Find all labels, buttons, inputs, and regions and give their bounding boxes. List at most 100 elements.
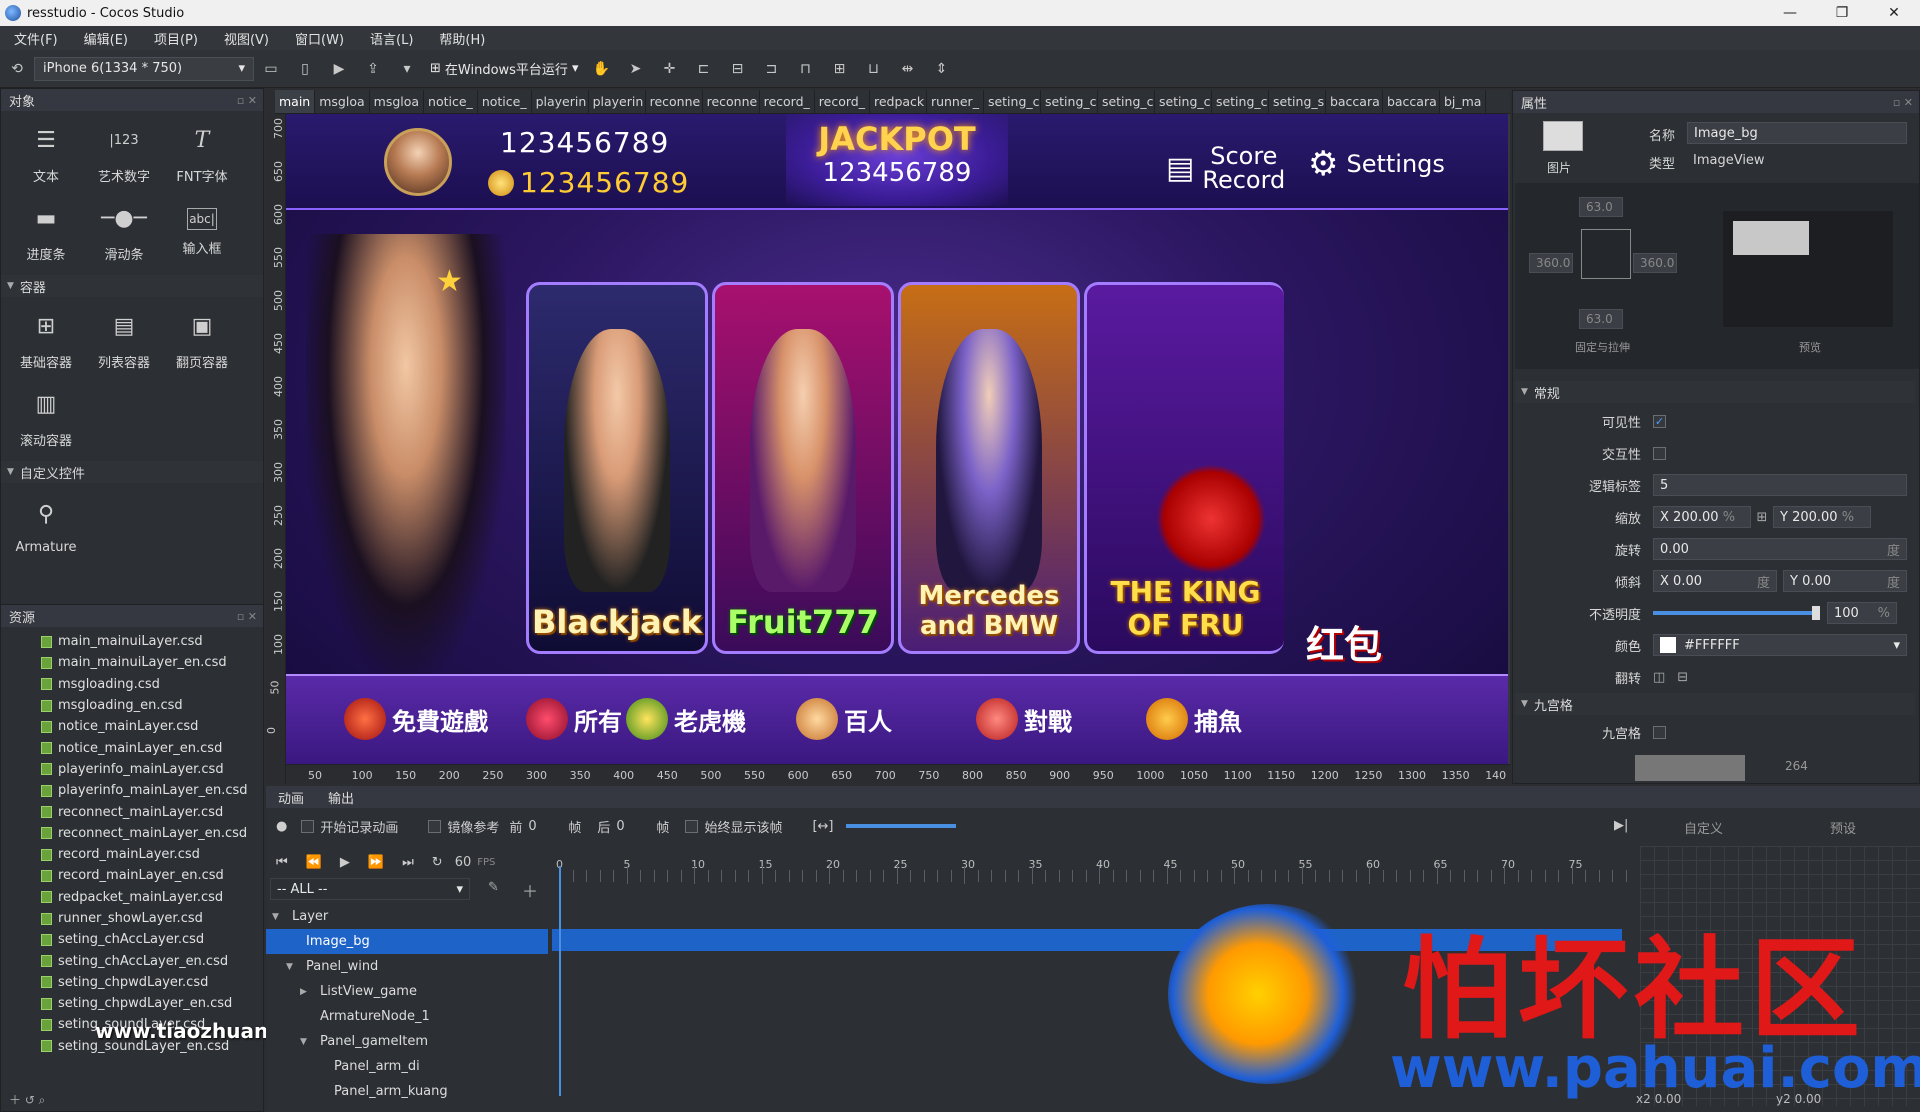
playhead[interactable] [559,866,561,1096]
margin-left-field[interactable]: 360.0 [1529,253,1573,273]
file-item[interactable]: seting_chpwdLayer_en.csd [41,993,263,1014]
loop-icon[interactable]: ↻ [432,855,443,870]
containers-section[interactable]: ▼ 容器 [1,275,263,297]
menu-window[interactable]: 窗口(W) [295,29,344,48]
tree-node[interactable]: ▼ Panel_wind [266,954,548,979]
doc-tab[interactable]: seting_s [1269,90,1326,113]
doc-tab[interactable]: notice_ [478,90,532,113]
last-frame-icon[interactable]: ⏭ [402,855,414,870]
menu-help[interactable]: 帮助(H) [439,29,485,48]
scale-y-field[interactable]: Y 200.00 % [1773,506,1871,528]
nine-slice-section[interactable]: ▼ 九宫格 [1515,693,1915,715]
visible-checkbox[interactable]: ✓ [1653,414,1666,428]
record-checkbox[interactable] [301,819,315,833]
tree-node[interactable]: ▶ ListView_game [266,979,548,1004]
expand-icon[interactable]: ▼ [286,962,300,972]
doc-tab[interactable]: notice_ [424,90,478,113]
bottom-slots[interactable]: 老虎機 [626,698,746,740]
play-timeline-icon[interactable]: ▶| [1614,818,1628,833]
pointer-icon[interactable]: ➤ [624,58,646,80]
file-item[interactable]: record_mainLayer_en.csd [41,865,263,886]
bottom-fishing[interactable]: 捕魚 [1146,698,1242,740]
opacity-field[interactable]: 100% [1827,602,1897,624]
doc-tab[interactable]: playerin [589,90,646,113]
anchor-box[interactable] [1581,229,1631,279]
file-item[interactable]: reconnect_mainLayer_en.csd [41,823,263,844]
play-icon[interactable]: ▶ [340,855,350,870]
device-select[interactable]: iPhone 6(1334 * 750) ▾ [34,56,254,81]
zoom-icon[interactable]: [↔] [812,819,833,834]
flip-horizontal-icon[interactable]: ◫ [1653,670,1665,685]
general-section[interactable]: ▼ 常规 [1515,381,1915,403]
distribute-h-icon[interactable]: ⇹ [896,58,918,80]
doc-tab[interactable]: baccara [1326,90,1383,113]
publish-icon[interactable]: ⇪ [362,58,384,80]
doc-tab[interactable]: main [275,90,316,113]
bottom-free-games[interactable]: 免費遊戲 [344,698,488,740]
menu-language[interactable]: 语言(L) [370,29,413,48]
mirror-checkbox[interactable] [428,819,442,833]
doc-tab[interactable]: msgloa [370,90,425,113]
margin-bottom-field[interactable]: 63.0 [1579,309,1623,329]
link-icon[interactable]: ⊞ [1751,510,1773,525]
color-field[interactable]: #FFFFFF ▾ [1653,634,1907,656]
doc-tab[interactable]: seting_c [1098,90,1155,113]
file-item[interactable]: runner_showLayer.csd [41,908,263,929]
close-button[interactable]: ✕ [1868,0,1920,26]
widget-armature[interactable]: ⚲ Armature [7,487,85,565]
file-item[interactable]: seting_chpwdLayer.csd [41,972,263,993]
file-item[interactable]: main_mainuiLayer_en.csd [41,652,263,673]
align-top-icon[interactable]: ⊓ [794,58,816,80]
score-record-button[interactable]: ▤ Score Record [1166,144,1285,192]
always-checkbox[interactable] [685,819,699,833]
doc-tab[interactable]: reconne [703,90,760,113]
doc-tab[interactable]: seting_c [984,90,1041,113]
doc-tab[interactable]: reconne [646,90,703,113]
card-mercedes[interactable]: Mercedes and BMW [898,282,1080,654]
game-preview[interactable]: 123456789 123456789 JACKPOT 123456789 ▤ … [286,114,1508,764]
run-windows-button[interactable]: ⊞ 在Windows平台运行 ▾ [430,59,578,78]
pencil-icon[interactable]: ✎ [488,880,499,895]
align-left-icon[interactable]: ⊏ [692,58,714,80]
resource-footer-icons[interactable]: ＋ ↺ ⌕ [9,1091,45,1108]
align-right-icon[interactable]: ⊐ [760,58,782,80]
tab-output[interactable]: 输出 [316,788,366,807]
file-item[interactable]: notice_mainLayer.csd [41,716,263,737]
align-middle-icon[interactable]: ⊞ [828,58,850,80]
add-icon[interactable]: ＋ [522,878,538,902]
tag-field[interactable]: 5 [1653,474,1907,496]
menu-file[interactable]: 文件(F) [14,29,58,48]
file-item[interactable]: reconnect_mainLayer.csd [41,801,263,822]
tree-node[interactable]: ▼ Panel_gameItem [266,1029,548,1054]
doc-tab[interactable]: runner_ [927,90,984,113]
file-item[interactable]: playerinfo_mainLayer.csd [41,759,263,780]
play-icon[interactable]: ▶ [328,58,350,80]
minimize-button[interactable]: — [1764,0,1816,26]
node-filter[interactable]: -- ALL -- ▾ [270,878,470,900]
widget-scrollview[interactable]: ▥ 滚动容器 [7,379,85,457]
nine-slice-checkbox[interactable] [1653,725,1666,739]
portrait-icon[interactable]: ▯ [294,58,316,80]
tree-node[interactable]: ▼ Layer [266,904,548,929]
widget-pageview[interactable]: ▣ 翻页容器 [163,301,241,379]
publish-dropdown-icon[interactable]: ▾ [396,58,418,80]
file-item[interactable]: record_mainLayer.csd [41,844,263,865]
restore-button[interactable]: ❐ [1816,0,1868,26]
name-field[interactable]: Image_bg [1687,122,1907,144]
menu-edit[interactable]: 编辑(E) [84,29,128,48]
widget-panel[interactable]: ⊞ 基础容器 [7,301,85,379]
panel-controls-icon[interactable]: ▫ ✕ [237,94,257,107]
tree-node[interactable]: Panel_arm_di [266,1054,548,1079]
file-item[interactable]: msgloading.csd [41,674,263,695]
expand-icon[interactable]: ▼ [272,912,286,922]
widget-input-box[interactable]: abc| 输入框 [163,193,241,271]
card-blackjack[interactable]: Blackjack [526,282,708,654]
doc-tab[interactable]: msgloa [315,90,370,113]
doc-tab[interactable]: redpack [870,90,927,113]
scale-x-field[interactable]: X 200.00 % [1653,506,1751,528]
tab-custom[interactable]: 自定义 [1684,818,1723,837]
tree-node[interactable]: ArmatureNode_1 [266,1004,548,1029]
widget-list[interactable]: ▤ 列表容器 [85,301,163,379]
panel-controls-icon[interactable]: ▫ ✕ [237,610,257,623]
settings-button[interactable]: ⚙ Settings [1308,144,1445,184]
